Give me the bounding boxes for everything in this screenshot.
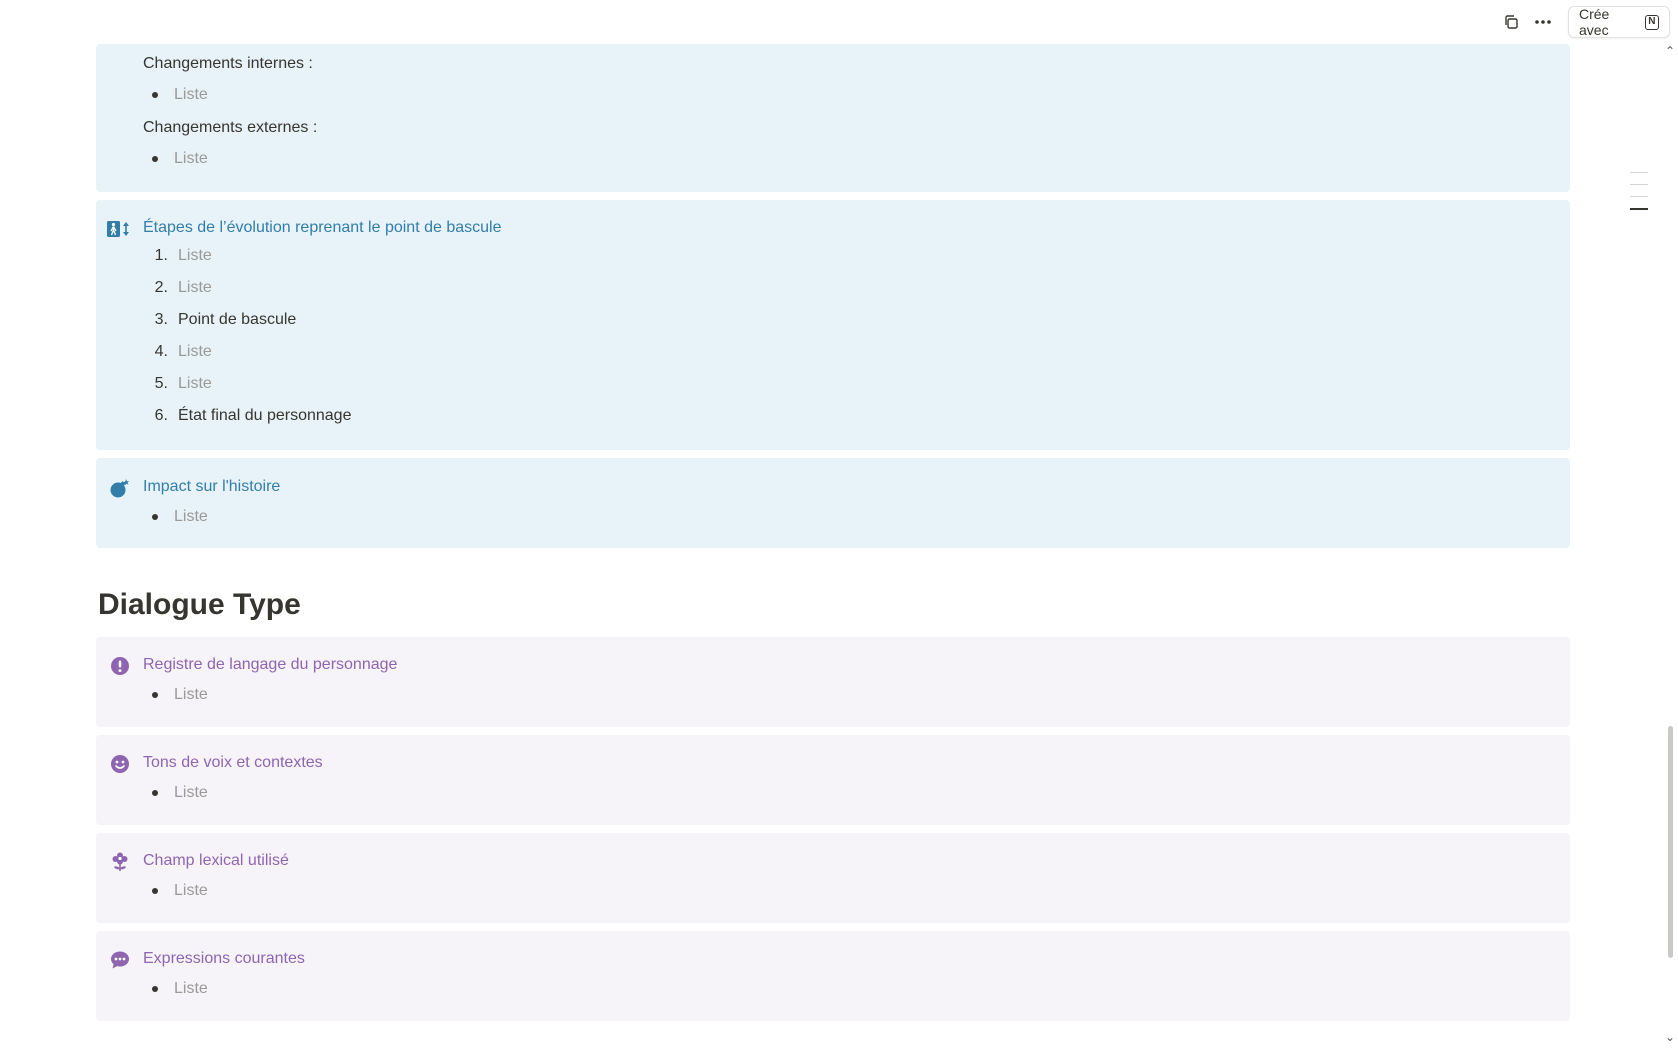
list-number: 3.: [154, 311, 168, 328]
bullet-dot: [152, 692, 158, 698]
made-with-label: Crée avec: [1579, 6, 1610, 38]
voice-tones-title: Tons de voix et contextes: [143, 754, 323, 771]
list-item-text: Liste: [174, 784, 208, 801]
list-item-text: Liste: [178, 279, 212, 296]
toc-line[interactable]: [1630, 196, 1648, 197]
duplicate-icon[interactable]: [1498, 10, 1524, 34]
list-item[interactable]: Liste: [152, 784, 208, 802]
bomb-icon[interactable]: [108, 476, 132, 500]
list-item-text: Liste: [174, 508, 208, 525]
list-item[interactable]: Liste: [152, 882, 208, 900]
list-item-text: Liste: [174, 150, 208, 167]
list-item[interactable]: Liste: [152, 980, 208, 998]
flower-icon[interactable]: [108, 850, 132, 874]
list-item-text: État final du personnage: [178, 407, 352, 424]
list-item-text: Liste: [174, 686, 208, 703]
list-number: 6.: [154, 407, 168, 424]
list-item-text: Liste: [178, 375, 212, 392]
lexical-field-title: Champ lexical utilisé: [143, 852, 289, 869]
table-of-contents-minimap[interactable]: [1630, 172, 1648, 221]
scroll-down-arrow-icon[interactable]: ⌄: [1665, 1030, 1675, 1044]
lexical-field-callout: Champ lexical utilisé Liste: [96, 833, 1570, 923]
numbered-list-item[interactable]: 5. Liste: [148, 375, 212, 393]
smiley-icon[interactable]: [108, 752, 132, 776]
bullet-dot: [152, 156, 158, 162]
bullet-dot: [152, 790, 158, 796]
story-impact-callout: Impact sur l'histoire Liste: [96, 458, 1570, 548]
list-number: 5.: [154, 375, 168, 392]
more-options-icon[interactable]: [1530, 10, 1556, 34]
toc-line-active[interactable]: [1630, 208, 1648, 210]
evolution-steps-callout: Étapes de l’évolution reprenant le point…: [96, 200, 1570, 450]
made-with-notion-button[interactable]: Crée avec N: [1568, 6, 1670, 38]
story-impact-title: Impact sur l'histoire: [143, 478, 281, 495]
bullet-dot: [152, 92, 158, 98]
numbered-list-item[interactable]: 2. Liste: [148, 279, 212, 297]
toc-line[interactable]: [1630, 184, 1648, 185]
common-expressions-callout: Expressions courantes Liste: [96, 931, 1570, 1021]
list-item[interactable]: Liste: [152, 86, 208, 104]
list-item[interactable]: Liste: [152, 508, 208, 526]
changes-callout: Changements internes : Liste Changements…: [96, 44, 1570, 192]
list-item[interactable]: Liste: [152, 686, 208, 704]
top-bar: Crée avec N: [0, 0, 1678, 44]
scrollbar-thumb[interactable]: [1668, 726, 1673, 958]
numbered-list-item[interactable]: 1. Liste: [148, 247, 212, 265]
list-item[interactable]: Liste: [152, 150, 208, 168]
common-expressions-title: Expressions courantes: [143, 950, 305, 967]
evolution-steps-title: Étapes de l’évolution reprenant le point…: [143, 219, 502, 236]
list-number: 4.: [154, 343, 168, 360]
language-register-title: Registre de langage du personnage: [143, 656, 398, 673]
bullet-dot: [152, 514, 158, 520]
speech-bubble-icon[interactable]: [108, 948, 132, 972]
bullet-dot: [152, 986, 158, 992]
list-item-text: Point de bascule: [178, 311, 297, 328]
list-item-text: Liste: [178, 247, 212, 264]
list-number: 2.: [154, 279, 168, 296]
numbered-list-item[interactable]: 4. Liste: [148, 343, 212, 361]
list-item-text: Liste: [174, 980, 208, 997]
list-item-text: Liste: [174, 882, 208, 899]
dialogue-type-heading: Dialogue Type: [98, 588, 301, 621]
list-item-text: Liste: [174, 86, 208, 103]
list-item-text: Liste: [178, 343, 212, 360]
evolution-arrows-icon[interactable]: [106, 217, 134, 241]
bullet-dot: [152, 888, 158, 894]
language-register-callout: Registre de langage du personnage Liste: [96, 637, 1570, 727]
notion-logo-icon: N: [1644, 14, 1659, 30]
internal-changes-label: Changements internes :: [143, 55, 313, 72]
external-changes-label: Changements externes :: [143, 119, 318, 136]
exclamation-icon[interactable]: [108, 654, 132, 678]
list-number: 1.: [154, 247, 168, 264]
voice-tones-callout: Tons de voix et contextes Liste: [96, 735, 1570, 825]
scroll-up-arrow-icon[interactable]: ⌃: [1665, 44, 1675, 58]
toc-line[interactable]: [1630, 172, 1648, 173]
numbered-list-item[interactable]: 3. Point de bascule: [148, 311, 297, 329]
numbered-list-item[interactable]: 6. État final du personnage: [148, 407, 352, 425]
